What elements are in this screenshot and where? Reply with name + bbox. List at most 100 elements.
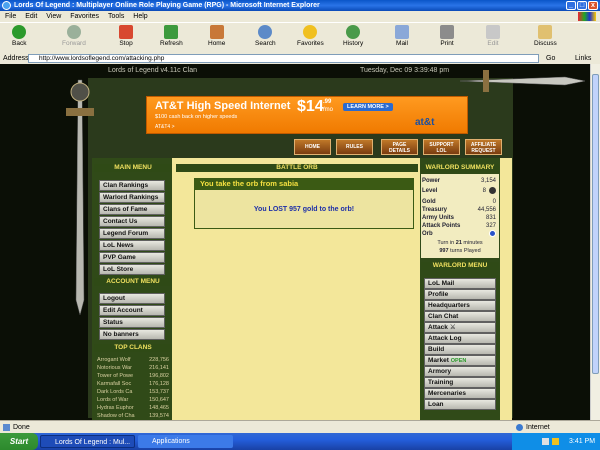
menu-armory[interactable]: Armory [424,366,496,377]
close-button[interactable]: x [588,1,598,10]
top-clan-row[interactable]: Tower of Powe 196,802 [97,373,171,380]
windows-logo-icon [578,12,596,21]
clan-name: Tower of Powe [97,373,134,379]
tray-icon [542,438,549,445]
menu-build[interactable]: Build [424,344,496,355]
clan-name: Arrogant Wolf [97,357,131,363]
vertical-scrollbar[interactable] [590,64,600,420]
market-open-badge: OPEN [450,358,467,364]
menu-legend-forum[interactable]: Legend Forum [99,228,165,239]
summary-row-power: Power 3,154 [422,178,496,184]
taskbar-item-browser[interactable]: Lords Of Legend : Mul... [40,435,135,448]
nav-home-button[interactable]: HOME [294,139,331,155]
menu-status[interactable]: Status [99,317,165,328]
menu-contact-us[interactable]: Contact Us [99,216,165,227]
top-clan-row[interactable]: Arrogant Wolf 228,756 [97,357,171,364]
stop-button[interactable]: Stop [119,25,133,47]
scrollbar-thumb[interactable] [592,74,599,374]
nav-support-button[interactable]: SUPPORT LOL [423,139,460,155]
edit-button[interactable]: Edit [486,25,500,47]
mail-button[interactable]: Mail [395,25,409,47]
menu-view[interactable]: View [46,11,61,22]
top-clan-row[interactable]: Shadow of Cha 139,574 [97,413,171,420]
nav-page-details-button[interactable]: PAGE DETAILS [381,139,418,155]
top-clan-row[interactable]: Hydras Euphor 148,465 [97,405,171,412]
search-icon [258,25,273,39]
menu-pvp-game[interactable]: PVP Game [99,252,165,263]
favorites-button[interactable]: Favorites [297,25,324,47]
clan-score: 196,802 [149,373,169,379]
ad-learn-more-button[interactable]: LEARN MORE > [343,103,393,111]
menu-edit[interactable]: Edit [25,11,37,22]
start-button[interactable]: Start [0,433,38,450]
menu-market[interactable]: Market OPEN [424,355,496,366]
menu-clan-chat[interactable]: Clan Chat [424,311,496,322]
warlord-summary-title: WARLORD SUMMARY [421,164,499,172]
menu-training[interactable]: Training [424,377,496,388]
discuss-button[interactable]: Discuss [534,25,557,47]
favorites-star-icon [303,25,318,39]
taskbar: Start Lords Of Legend : Mul... Applicati… [0,433,600,450]
menu-clan-rankings[interactable]: Clan Rankings [99,180,165,191]
menu-loan[interactable]: Loan [424,399,496,410]
ad-banner[interactable]: AT&T High Speed Internet $14 .99 /mo $10… [146,96,468,134]
search-button[interactable]: Search [255,25,276,47]
menu-lol-store[interactable]: LoL Store [99,264,165,275]
top-clan-row[interactable]: Dark Lords Ca 153,737 [97,389,171,396]
clan-name: Hydras Euphor [97,405,134,411]
history-icon [346,25,361,39]
address-bar: Address http://www.lordsoflegend.com/att… [0,53,600,64]
menu-tools[interactable]: Tools [108,11,124,22]
summary-row-treasury: Treasury 44,556 [422,207,496,213]
ad-subtext: $100 cash back on higher speeds [155,114,238,120]
nav-affiliate-button[interactable]: AFFILIATE REQUEST [465,139,502,155]
taskbar-item-applications[interactable]: Applications [138,435,233,448]
summary-row-army: Army Units 831 [422,215,496,221]
top-clan-row[interactable]: Lords of War 150,647 [97,397,171,404]
top-clan-row[interactable]: Notorious War 216,141 [97,365,171,372]
back-button[interactable]: Back [12,25,26,47]
home-button[interactable]: Home [208,25,225,47]
window-titlebar: Lords Of Legend : Multiplayer Online Rol… [0,0,600,11]
ad-price-cents: .99 [323,99,332,105]
menu-edit-account[interactable]: Edit Account [99,305,165,316]
menu-lol-mail[interactable]: LoL Mail [424,278,496,289]
menu-logout[interactable]: Logout [99,293,165,304]
print-button[interactable]: Print [440,25,454,47]
browser-toolbar: Back Forward Stop Refresh Home Search Fa… [0,22,600,54]
menu-attack[interactable]: Attack ⚔ [424,322,496,333]
forward-arrow-icon [66,25,81,39]
top-clan-row[interactable]: Karmafall Soc 176,128 [97,381,171,388]
menu-lol-news[interactable]: LoL News [99,240,165,251]
forward-button[interactable]: Forward [62,25,86,47]
menu-bar: File Edit View Favorites Tools Help [0,11,600,22]
clan-score: 228,756 [149,357,169,363]
print-icon [440,25,454,39]
main-menu-title: MAIN MENU [94,164,172,172]
menu-clans-of-fame[interactable]: Clans of Fame [99,204,165,215]
menu-help[interactable]: Help [133,11,147,22]
menu-file[interactable]: File [5,11,16,22]
menu-headquarters[interactable]: Headquarters [424,300,496,311]
account-menu-title: ACCOUNT MENU [94,278,172,286]
go-button[interactable]: Go [546,53,555,64]
maximize-button[interactable]: □ [577,1,587,10]
battle-heading: You take the orb from sabia [194,178,414,189]
refresh-button[interactable]: Refresh [160,25,183,47]
menu-warlord-rankings[interactable]: Warlord Rankings [99,192,165,203]
menu-attack-log[interactable]: Attack Log [424,333,496,344]
status-bar: Done Internet [0,420,600,434]
level-orb-icon [489,187,496,194]
menu-profile[interactable]: Profile [424,289,496,300]
summary-row-attack-points: Attack Points 327 [422,223,496,229]
links-button[interactable]: Links [575,53,591,64]
minimize-button[interactable]: _ [566,1,576,10]
address-label: Address [3,55,29,62]
menu-no-banners[interactable]: No banners [99,329,165,340]
nav-rules-button[interactable]: RULES [336,139,373,155]
address-input[interactable]: http://www.lordsoflegend.com/attacking.p… [28,54,539,63]
menu-favorites[interactable]: Favorites [70,11,99,22]
menu-mercenaries[interactable]: Mercenaries [424,388,496,399]
ad-brand: at&t [415,117,435,128]
history-button[interactable]: History [343,25,363,47]
